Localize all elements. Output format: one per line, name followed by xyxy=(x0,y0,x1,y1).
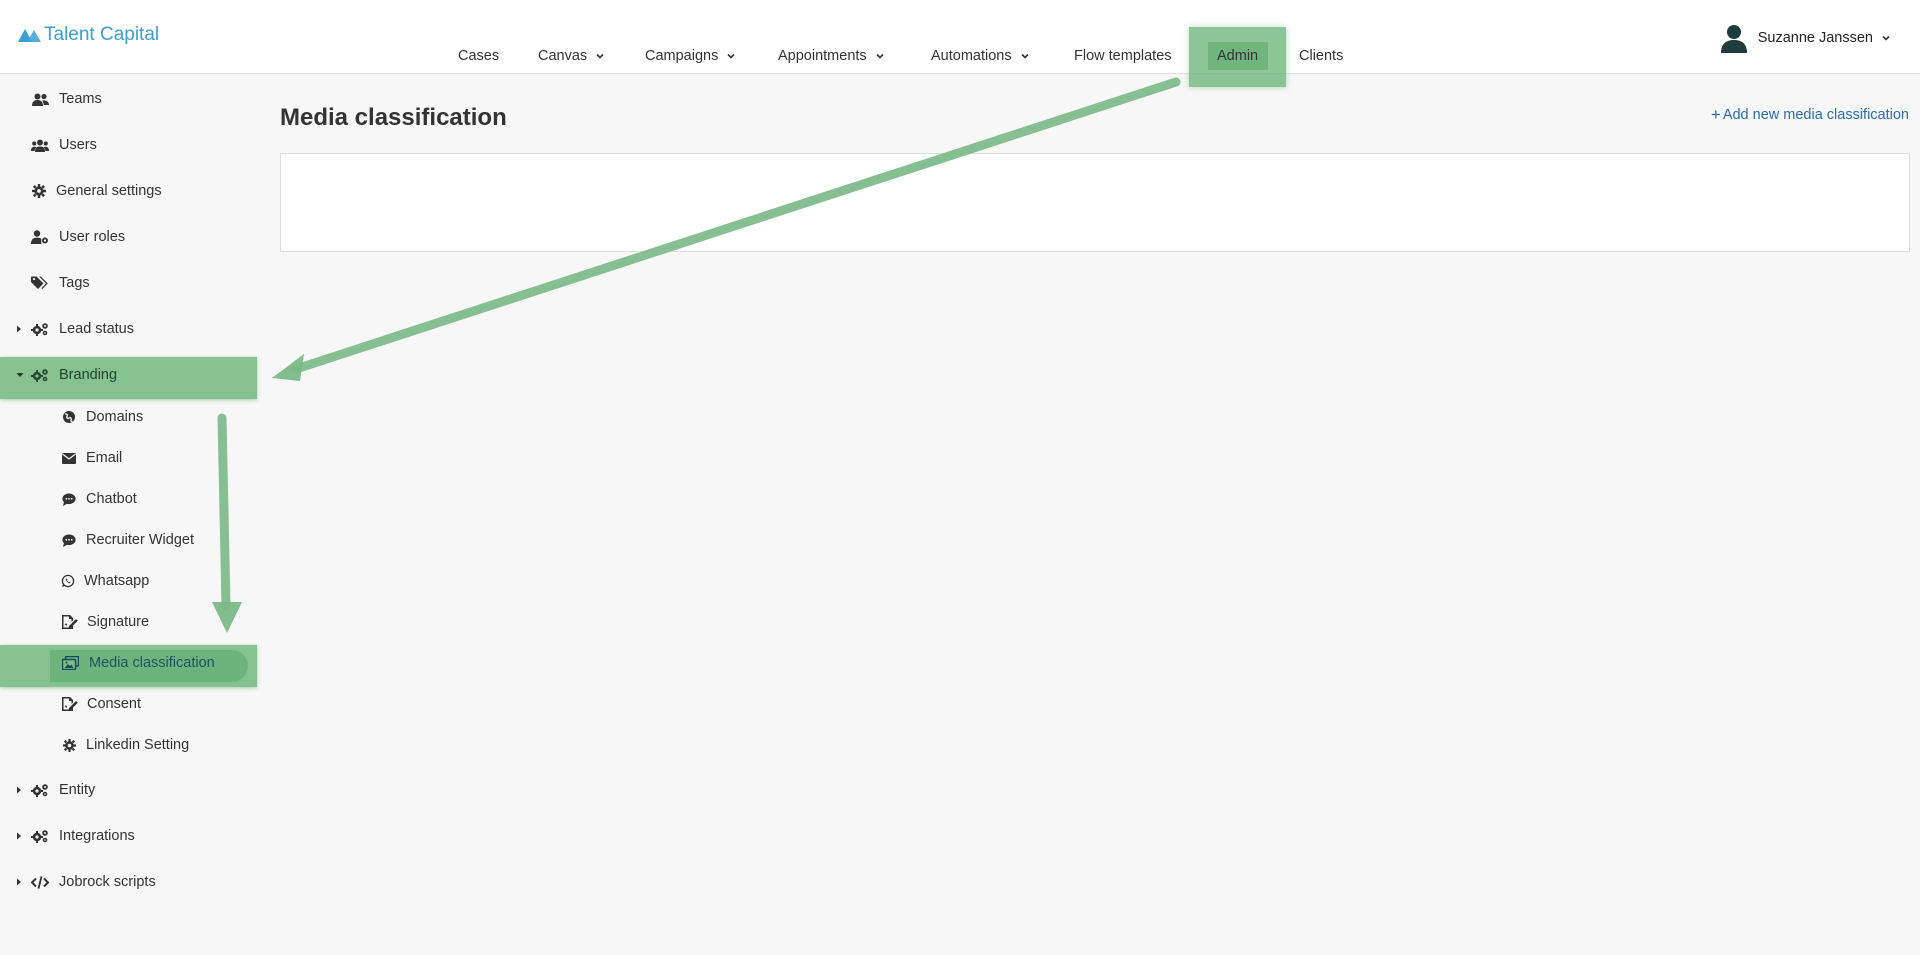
sidebar-item-tags[interactable]: Tags xyxy=(0,263,258,303)
sidebar-item-label: Domains xyxy=(86,409,144,425)
sidebar-item-label: Chatbot xyxy=(86,491,137,507)
globe-icon xyxy=(60,409,78,425)
signature-icon xyxy=(61,614,79,630)
sidebar-item-label: General settings xyxy=(56,183,162,199)
gears-icon xyxy=(31,828,49,844)
sidebar-item-label: Branding xyxy=(59,367,118,383)
gears-icon xyxy=(31,321,49,337)
nav-appointments-label: Appointments xyxy=(778,48,867,64)
chevron-down-icon xyxy=(1021,53,1029,59)
sidebar-item-label: Email xyxy=(86,450,123,466)
nav-canvas-label: Canvas xyxy=(538,48,588,64)
nav-admin[interactable]: Admin xyxy=(1217,48,1258,64)
sidebar-item-email[interactable]: Email xyxy=(0,438,258,478)
sidebar-item-label: Tags xyxy=(59,275,90,291)
users-group-icon xyxy=(31,137,49,153)
chevron-down-icon xyxy=(1882,35,1890,41)
code-icon xyxy=(31,874,49,890)
sidebar-item-label: Teams xyxy=(59,91,102,107)
sidebar-item-label: Jobrock scripts xyxy=(59,874,156,890)
sidebar-item-recruiter-widget[interactable]: Recruiter Widget xyxy=(0,520,258,560)
gear-icon xyxy=(60,737,78,753)
sidebar-item-consent[interactable]: Consent xyxy=(0,684,258,724)
tags-icon xyxy=(31,275,49,291)
gear-icon xyxy=(30,183,48,199)
add-link-label: Add new media classification xyxy=(1722,106,1909,123)
caret-down-icon xyxy=(16,373,24,377)
nav-clients[interactable]: Clients xyxy=(1299,48,1343,64)
top-navbar: Talent Capital Cases Canvas Campaigns Ap… xyxy=(0,0,1920,87)
sidebar-item-general-settings[interactable]: General settings xyxy=(0,171,258,211)
sidebar-item-label: Recruiter Widget xyxy=(86,532,194,548)
sidebar-item-signature[interactable]: Signature xyxy=(0,602,258,642)
sidebar-item-label: Integrations xyxy=(59,828,135,844)
caret-right-icon xyxy=(17,325,21,333)
signature-icon xyxy=(61,696,79,712)
sidebar-item-label: Whatsapp xyxy=(84,573,150,589)
sidebar-item-label: Signature xyxy=(87,614,150,630)
sidebar-item-user-roles[interactable]: User roles xyxy=(0,217,258,257)
nav-flow-templates[interactable]: Flow templates xyxy=(1074,48,1172,64)
caret-right-icon xyxy=(17,832,21,840)
nav-cases[interactable]: Cases xyxy=(458,48,499,64)
sidebar-item-linkedin-setting[interactable]: Linkedin Setting xyxy=(0,725,258,765)
envelope-icon xyxy=(60,450,78,466)
nav-automations[interactable]: Automations xyxy=(931,48,1029,64)
logo-text: Talent Capital xyxy=(44,24,160,45)
user-cog-icon xyxy=(31,229,49,245)
gears-icon xyxy=(31,782,49,798)
images-icon xyxy=(61,655,79,671)
nav-campaigns-label: Campaigns xyxy=(645,48,719,64)
nav-automations-label: Automations xyxy=(931,48,1012,64)
comment-icon xyxy=(60,532,78,548)
sidebar-item-teams[interactable]: Teams xyxy=(0,79,258,119)
nav-flow-templates-label: Flow templates xyxy=(1074,48,1172,64)
caret-right-icon xyxy=(17,878,21,886)
sidebar-item-branding[interactable]: Branding xyxy=(0,355,258,395)
nav-canvas[interactable]: Canvas xyxy=(538,48,604,64)
sidebar-item-entity[interactable]: Entity xyxy=(0,770,258,810)
sidebar-item-label: Entity xyxy=(59,782,96,798)
chevron-down-icon xyxy=(876,53,884,59)
whatsapp-icon xyxy=(59,573,77,589)
user-name: Suzanne Janssen xyxy=(1757,30,1873,46)
sidebar-item-label: Consent xyxy=(87,696,142,712)
gears-icon xyxy=(31,367,49,383)
nav-admin-label: Admin xyxy=(1217,48,1259,64)
app-logo[interactable]: Talent Capital xyxy=(18,24,159,46)
nav-campaigns[interactable]: Campaigns xyxy=(645,48,735,64)
sidebar-item-label: Users xyxy=(59,137,97,153)
chevron-down-icon xyxy=(596,53,604,59)
sidebar-item-lead-status[interactable]: Lead status xyxy=(0,309,258,349)
comment-icon xyxy=(60,491,78,507)
sidebar-item-jobrock-scripts[interactable]: Jobrock scripts xyxy=(0,862,258,902)
users-icon xyxy=(31,91,49,107)
page-title: Media classification xyxy=(280,104,507,131)
nav-cases-label: Cases xyxy=(458,48,500,64)
nav-appointments[interactable]: Appointments xyxy=(778,48,884,64)
avatar-icon xyxy=(1720,25,1747,53)
sidebar-item-users[interactable]: Users xyxy=(0,125,258,165)
sidebar-item-whatsapp[interactable]: Whatsapp xyxy=(0,561,258,601)
sidebar-item-integrations[interactable]: Integrations xyxy=(0,816,258,856)
sidebar-item-label: Lead status xyxy=(59,321,134,337)
sidebar-item-domains[interactable]: Domains xyxy=(0,397,258,437)
logo-mountain-icon xyxy=(18,29,41,42)
media-classification-panel xyxy=(280,153,1910,252)
caret-right-icon xyxy=(17,786,21,794)
add-media-classification-link[interactable]: + Add new media classification xyxy=(1711,106,1909,123)
annotation-arrows xyxy=(212,77,1181,633)
sidebar-item-label: User roles xyxy=(59,229,126,245)
sidebar-item-label: Linkedin Setting xyxy=(86,737,190,753)
sidebar-item-chatbot[interactable]: Chatbot xyxy=(0,479,258,519)
user-menu[interactable]: Suzanne Janssen xyxy=(1720,23,1890,53)
sidebar-item-label: Media classification xyxy=(89,655,215,671)
chevron-down-icon xyxy=(727,53,735,59)
sidebar-item-media-classification[interactable]: Media classification xyxy=(0,643,258,683)
nav-clients-label: Clients xyxy=(1299,48,1344,64)
admin-sidebar: Teams Users General settings User roles … xyxy=(0,75,258,955)
plus-icon: + xyxy=(1710,105,1721,124)
